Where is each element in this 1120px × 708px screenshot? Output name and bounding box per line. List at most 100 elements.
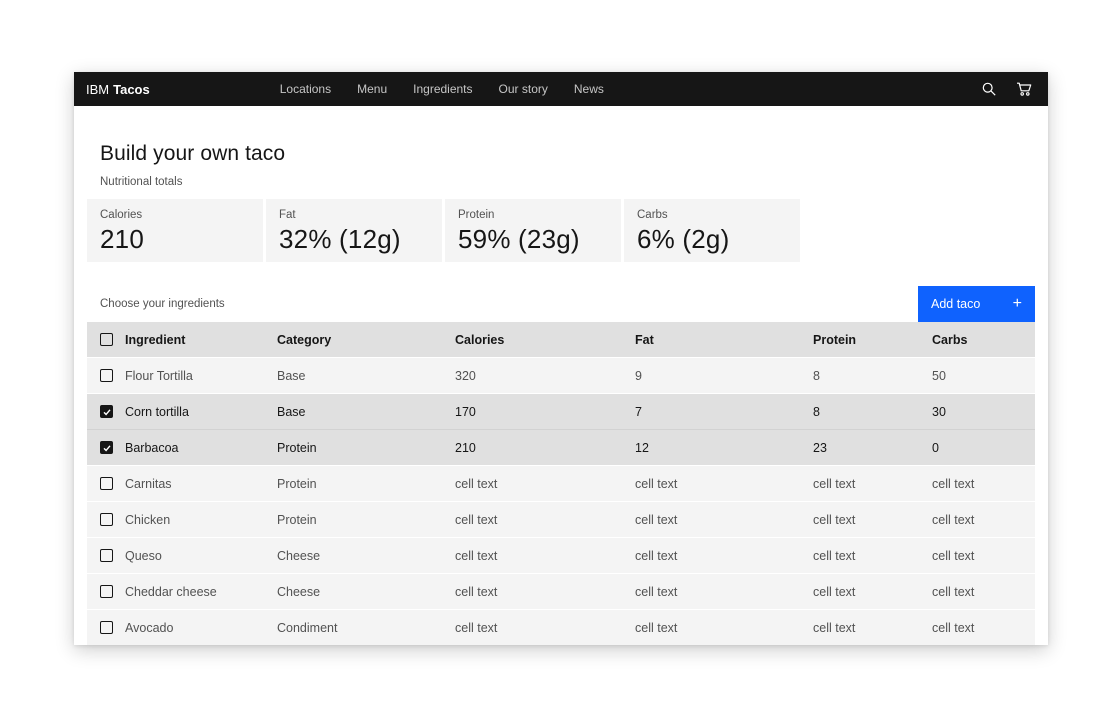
table-cell: 210 — [455, 441, 635, 455]
brand-prefix: IBM — [86, 82, 109, 97]
table-row: BarbacoaProtein21012230 — [87, 429, 1035, 465]
table-cell: Queso — [125, 549, 277, 563]
brand-logo[interactable]: IBMTacos — [86, 82, 150, 97]
search-icon[interactable] — [975, 76, 1002, 103]
nav-link-locations[interactable]: Locations — [267, 72, 344, 106]
stat-card-value: 32% (12g) — [279, 224, 429, 255]
nav-link-our-story[interactable]: Our story — [486, 72, 561, 106]
table-cell: 23 — [813, 441, 932, 455]
table-cell: 8 — [813, 405, 932, 419]
table-cell: 320 — [455, 369, 635, 383]
totals-label: Nutritional totals — [100, 176, 1022, 188]
table-cell: Cheese — [277, 549, 455, 563]
select-all-cell — [87, 333, 125, 346]
nav-links: LocationsMenuIngredientsOur storyNews — [267, 72, 617, 106]
table-cell: Base — [277, 405, 455, 419]
stat-card-label: Fat — [279, 209, 429, 221]
table-cell: cell text — [635, 585, 813, 599]
nutrition-totals: Calories210Fat32% (12g)Protein59% (23g)C… — [87, 199, 1035, 262]
stat-card-label: Calories — [100, 209, 250, 221]
nav-icons — [975, 76, 1037, 103]
table-cell: 8 — [813, 369, 932, 383]
stat-card-protein: Protein59% (23g) — [445, 199, 621, 262]
main-content: Build your own taco Nutritional totals C… — [74, 142, 1048, 645]
plus-icon: + — [1013, 296, 1022, 312]
table-row: CarnitasProteincell textcell textcell te… — [87, 465, 1035, 501]
table-cell: cell text — [455, 549, 635, 563]
table-cell: Chicken — [125, 513, 277, 527]
table-cell: cell text — [455, 477, 635, 491]
table-cell: 12 — [635, 441, 813, 455]
row-select-cell — [87, 405, 125, 418]
table-cell: cell text — [932, 585, 1035, 599]
nav-link-menu[interactable]: Menu — [344, 72, 400, 106]
add-taco-label: Add taco — [931, 297, 980, 311]
table-cell: cell text — [635, 549, 813, 563]
table-row: Flour TortillaBase3209850 — [87, 357, 1035, 393]
table-row: ChickenProteincell textcell textcell tex… — [87, 501, 1035, 537]
table-body: Flour TortillaBase3209850Corn tortillaBa… — [87, 357, 1035, 645]
table-cell: Base — [277, 369, 455, 383]
table-toolbar: Choose your ingredients Add taco + — [87, 286, 1035, 322]
row-select-cell — [87, 369, 125, 382]
row-checkbox[interactable] — [100, 549, 113, 562]
table-cell: cell text — [813, 621, 932, 635]
row-select-cell — [87, 441, 125, 454]
table-cell: cell text — [813, 513, 932, 527]
table-cell: cell text — [635, 477, 813, 491]
table-cell: Flour Tortilla — [125, 369, 277, 383]
app-window: IBMTacos LocationsMenuIngredientsOur sto… — [74, 72, 1048, 645]
add-taco-button[interactable]: Add taco + — [918, 286, 1035, 322]
table-cell: Corn tortilla — [125, 405, 277, 419]
column-header-category: Category — [277, 333, 455, 347]
table-cell: cell text — [635, 513, 813, 527]
table-row: QuesoCheesecell textcell textcell textce… — [87, 537, 1035, 573]
row-select-cell — [87, 621, 125, 634]
table-row: Corn tortillaBase1707830 — [87, 393, 1035, 429]
table-cell: 50 — [932, 369, 1035, 383]
table-cell: cell text — [635, 621, 813, 635]
nav-link-news[interactable]: News — [561, 72, 617, 106]
table-cell: cell text — [932, 477, 1035, 491]
table-cell: Cheddar cheese — [125, 585, 277, 599]
table-cell: cell text — [932, 621, 1035, 635]
table-cell: Cheese — [277, 585, 455, 599]
row-checkbox[interactable] — [100, 621, 113, 634]
table-cell: Barbacoa — [125, 441, 277, 455]
table-cell: 170 — [455, 405, 635, 419]
row-checkbox[interactable] — [100, 369, 113, 382]
ingredients-table: IngredientCategoryCaloriesFatProteinCarb… — [87, 322, 1035, 645]
table-cell: Condiment — [277, 621, 455, 635]
table-row: AvocadoCondimentcell textcell textcell t… — [87, 609, 1035, 645]
column-header-fat: Fat — [635, 333, 813, 347]
row-checkbox[interactable] — [100, 477, 113, 490]
nav-link-ingredients[interactable]: Ingredients — [400, 72, 485, 106]
row-checkbox[interactable] — [100, 405, 113, 418]
row-checkbox[interactable] — [100, 585, 113, 598]
row-select-cell — [87, 513, 125, 526]
row-select-cell — [87, 549, 125, 562]
table-cell: 0 — [932, 441, 1035, 455]
select-all-checkbox[interactable] — [100, 333, 113, 346]
table-cell: cell text — [455, 621, 635, 635]
column-header-ingredient: Ingredient — [125, 333, 277, 347]
table-cell: cell text — [932, 513, 1035, 527]
table-cell: Protein — [277, 441, 455, 455]
stat-card-carbs: Carbs6% (2g) — [624, 199, 800, 262]
stat-card-value: 6% (2g) — [637, 224, 787, 255]
table-cell: cell text — [813, 477, 932, 491]
table-cell: cell text — [455, 585, 635, 599]
column-header-calories: Calories — [455, 333, 635, 347]
row-checkbox[interactable] — [100, 513, 113, 526]
stat-card-calories: Calories210 — [87, 199, 263, 262]
table-header-row: IngredientCategoryCaloriesFatProteinCarb… — [87, 322, 1035, 357]
cart-icon[interactable] — [1010, 76, 1037, 103]
table-row: Cheddar cheeseCheesecell textcell textce… — [87, 573, 1035, 609]
table-cell: Carnitas — [125, 477, 277, 491]
row-select-cell — [87, 477, 125, 490]
row-checkbox[interactable] — [100, 441, 113, 454]
table-cell: Protein — [277, 513, 455, 527]
column-header-protein: Protein — [813, 333, 932, 347]
table-cell: Avocado — [125, 621, 277, 635]
table-cell: Protein — [277, 477, 455, 491]
